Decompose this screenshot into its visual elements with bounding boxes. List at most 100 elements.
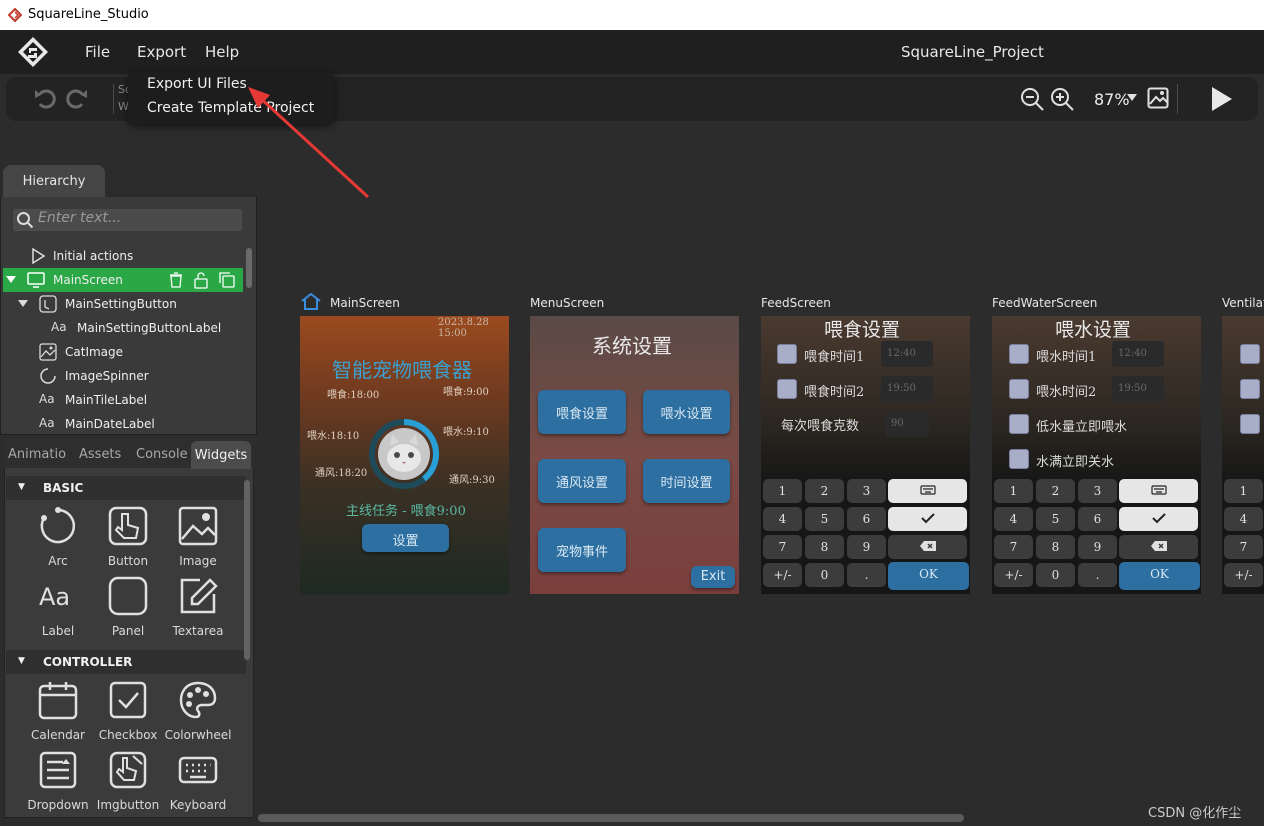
main-setting-button[interactable]: 设置	[362, 524, 449, 552]
key-2[interactable]: 2	[1036, 479, 1075, 503]
zoom-in-icon[interactable]	[1049, 86, 1075, 112]
hierarchy-scrollbar[interactable]	[246, 248, 252, 288]
key-4[interactable]: 4	[994, 507, 1033, 531]
backspace-key[interactable]	[1119, 535, 1198, 559]
widget-label[interactable]: Aa Label	[23, 576, 93, 642]
water-time1-input[interactable]: 12:40	[1112, 341, 1164, 367]
water-full-checkbox[interactable]	[1009, 449, 1029, 469]
widgets-scrollbar[interactable]	[244, 480, 250, 660]
menu-export[interactable]: Export	[137, 43, 186, 61]
key-5[interactable]: 5	[1036, 507, 1075, 531]
key-dot[interactable]: .	[1078, 563, 1117, 587]
screen-preview-ventilation[interactable]: 1 4 7 +/-	[1222, 316, 1264, 594]
exit-button[interactable]: Exit	[691, 566, 735, 588]
confirm-key[interactable]	[888, 507, 967, 531]
chevron-down-icon[interactable]	[1126, 93, 1138, 103]
water-time2-input[interactable]: 19:50	[1112, 376, 1164, 402]
key-2[interactable]: 2	[805, 479, 844, 503]
feed-time2-checkbox[interactable]	[777, 379, 797, 399]
ventilation-settings-button[interactable]: 通风设置	[538, 459, 626, 503]
delete-icon[interactable]	[167, 271, 185, 289]
low-water-checkbox[interactable]	[1009, 414, 1029, 434]
tab-animation[interactable]: Animatio	[8, 447, 66, 462]
play-preview-icon[interactable]	[1210, 86, 1234, 112]
water-time1-checkbox[interactable]	[1009, 344, 1029, 364]
feed-time2-input[interactable]: 19:50	[881, 376, 933, 402]
background-image-icon[interactable]	[1147, 87, 1169, 109]
key-9[interactable]: 9	[847, 535, 886, 559]
key-3[interactable]: 3	[847, 479, 886, 503]
ok-key[interactable]: OK	[888, 562, 969, 590]
widget-textarea[interactable]: Textarea	[163, 576, 233, 642]
zoom-out-icon[interactable]	[1019, 86, 1045, 112]
key-7[interactable]: 7	[1224, 535, 1263, 559]
confirm-key[interactable]	[1119, 507, 1198, 531]
widget-checkbox[interactable]: Checkbox	[93, 680, 163, 746]
feed-time1-input[interactable]: 12:40	[881, 341, 933, 367]
key-1[interactable]: 1	[1224, 479, 1263, 503]
widget-keyboard[interactable]: Keyboard	[163, 750, 233, 816]
hierarchy-item-mainsettingbuttonlabel[interactable]: Aa MainSettingButtonLabel	[3, 316, 243, 340]
key-dot[interactable]: .	[847, 563, 886, 587]
key-0[interactable]: 0	[805, 563, 844, 587]
expand-arrow-icon[interactable]	[6, 276, 16, 284]
menu-help[interactable]: Help	[205, 43, 239, 61]
widget-imgbutton[interactable]: Imgbutton	[93, 750, 163, 816]
key-0[interactable]: 0	[1036, 563, 1075, 587]
widget-arc[interactable]: Arc	[23, 506, 93, 572]
section-controller-header[interactable]: ▼ CONTROLLER	[6, 650, 246, 674]
vent-checkbox-2[interactable]	[1240, 379, 1260, 399]
vent-checkbox-1[interactable]	[1240, 344, 1260, 364]
key-3[interactable]: 3	[1078, 479, 1117, 503]
key-8[interactable]: 8	[805, 535, 844, 559]
key-4[interactable]: 4	[1224, 507, 1263, 531]
feed-time1-checkbox[interactable]	[777, 344, 797, 364]
zoom-level-dropdown[interactable]: 87%	[1094, 90, 1130, 109]
screen-preview-feedwater[interactable]: 喂水设置 喂水时间1 12:40 喂水时间2 19:50 低水量立即喂水 水满立…	[992, 316, 1201, 594]
widget-button[interactable]: Button	[93, 506, 163, 572]
keyboard-toggle-key[interactable]	[888, 479, 967, 503]
water-time2-checkbox[interactable]	[1009, 379, 1029, 399]
menu-file[interactable]: File	[85, 43, 110, 61]
hierarchy-item-initial-actions[interactable]: Initial actions	[3, 244, 243, 268]
widget-calendar[interactable]: Calendar	[23, 680, 93, 746]
unlock-icon[interactable]	[192, 271, 210, 289]
canvas-horizontal-scrollbar[interactable]	[258, 814, 964, 822]
key-6[interactable]: 6	[847, 507, 886, 531]
ok-key[interactable]: OK	[1119, 562, 1200, 590]
vent-checkbox-3[interactable]	[1240, 414, 1260, 434]
tab-hierarchy[interactable]: Hierarchy	[3, 165, 105, 197]
hierarchy-item-catimage[interactable]: CatImage	[3, 340, 243, 364]
feed-grams-input[interactable]: 90	[885, 411, 929, 437]
widget-panel[interactable]: Panel	[93, 576, 163, 642]
hierarchy-item-imagespinner[interactable]: ImageSpinner	[3, 364, 243, 388]
tab-widgets[interactable]: Widgets	[191, 441, 251, 469]
key-plus-minus[interactable]: +/-	[994, 563, 1033, 587]
hierarchy-item-maindatelabel[interactable]: Aa MainDateLabel	[3, 412, 243, 436]
widget-dropdown[interactable]: Dropdown	[23, 750, 93, 816]
key-plus-minus[interactable]: +/-	[1224, 563, 1263, 587]
app-menu-logo-icon[interactable]	[16, 35, 50, 69]
tab-assets[interactable]: Assets	[79, 447, 121, 462]
water-settings-button[interactable]: 喂水设置	[643, 390, 730, 434]
screen-preview-main[interactable]: 2023.8.28 15:00 智能宠物喂食器 喂食:18:00 喂食:9:00…	[300, 316, 509, 594]
hierarchy-item-maintilelabel[interactable]: Aa MainTileLabel	[3, 388, 243, 412]
widget-image[interactable]: Image	[163, 506, 233, 572]
time-settings-button[interactable]: 时间设置	[643, 459, 730, 503]
pet-events-button[interactable]: 宠物事件	[538, 528, 626, 572]
keyboard-toggle-key[interactable]	[1119, 479, 1198, 503]
undo-icon[interactable]	[32, 84, 60, 112]
tab-console[interactable]: Console	[136, 447, 188, 462]
widget-colorwheel[interactable]: Colorwheel	[163, 680, 233, 746]
key-8[interactable]: 8	[1036, 535, 1075, 559]
backspace-key[interactable]	[888, 535, 967, 559]
feed-settings-button[interactable]: 喂食设置	[538, 390, 626, 434]
hierarchy-item-mainsettingbutton[interactable]: MainSettingButton	[3, 292, 243, 316]
key-9[interactable]: 9	[1078, 535, 1117, 559]
expand-arrow-icon[interactable]	[18, 300, 28, 308]
key-plus-minus[interactable]: +/-	[763, 563, 802, 587]
key-4[interactable]: 4	[763, 507, 802, 531]
key-6[interactable]: 6	[1078, 507, 1117, 531]
duplicate-icon[interactable]	[218, 271, 236, 289]
key-7[interactable]: 7	[994, 535, 1033, 559]
